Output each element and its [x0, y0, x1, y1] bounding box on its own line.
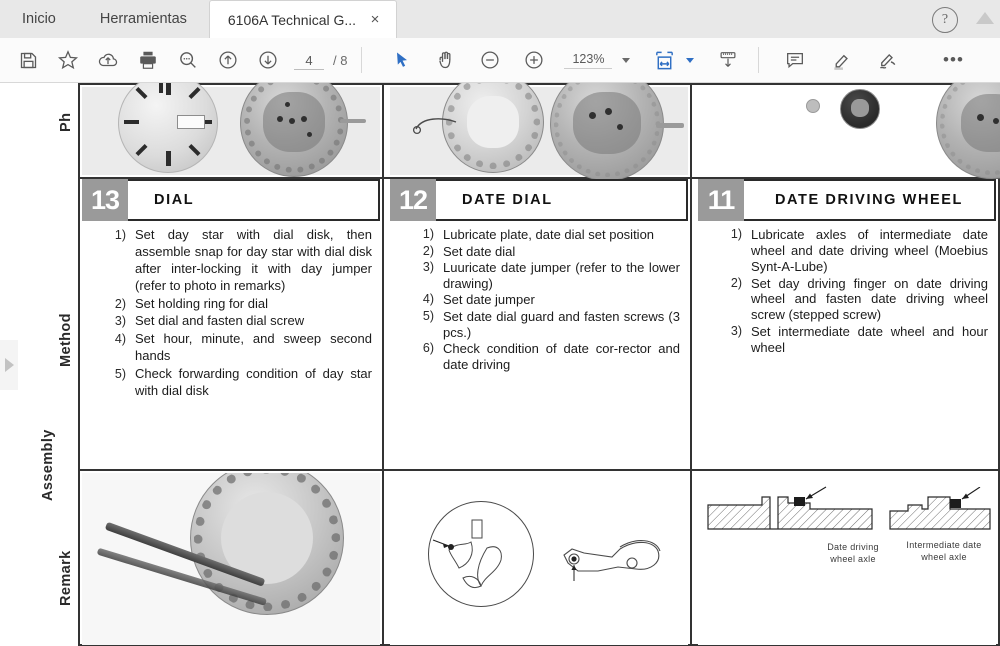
list-item: 2) Set holding ring for dial	[114, 295, 268, 311]
list-item: 2) Set day driving finger on date drivin…	[730, 275, 988, 323]
scanned-sheet: Ph Method Assembly Remark 13 DIAL 12 DAT…	[18, 83, 1000, 646]
fit-width-chevron-icon[interactable]	[686, 57, 695, 63]
remark-photo-day-star	[82, 473, 380, 645]
toolbar-divider-1	[361, 47, 363, 73]
page-scroll-icon[interactable]	[708, 38, 748, 82]
comment-icon[interactable]	[775, 38, 815, 82]
list-item: 6) Check condition of date cor-rector an…	[422, 341, 680, 372]
list-item: 1) Set day star with dial disk, then ass…	[114, 227, 372, 293]
zoom-level-value: 123%	[564, 52, 613, 69]
tab-bar: Inicio Herramientas 6106A Technical G...…	[0, 0, 1000, 39]
method-row: 1) Set day star with dial disk, then ass…	[78, 221, 1000, 471]
help-icon[interactable]: ?	[932, 7, 958, 33]
photo-cell-date-driving-wheel	[698, 83, 1000, 179]
tab-document[interactable]: 6106A Technical G... ×	[208, 0, 398, 38]
list-item: 5) Check forwarding condition of day sta…	[114, 366, 372, 399]
intermediate-date-wheel-axle-diagram	[888, 486, 992, 539]
date-jumper-part-drawing	[558, 535, 680, 587]
date-driving-wheel-photo	[840, 89, 880, 129]
toolbar: / 8	[0, 38, 1000, 83]
section-number-11: 11	[698, 179, 744, 221]
close-icon[interactable]: ×	[368, 12, 382, 27]
window-corner-icon	[976, 12, 994, 24]
movement-plate-stem	[656, 123, 684, 128]
fit-width-icon[interactable]	[644, 38, 684, 82]
toolbar-divider-2	[758, 47, 760, 73]
highlight-icon[interactable]	[821, 38, 861, 82]
tab-herramientas[interactable]: Herramientas	[78, 0, 209, 38]
list-item: 5) Set date dial guard and fasten screws…	[422, 308, 680, 340]
photo-row	[78, 83, 1000, 181]
pdf-page: Ph Method Assembly Remark 13 DIAL 12 DAT…	[18, 83, 1000, 646]
watch-movement-photo	[240, 83, 348, 177]
movement-plate-photo	[550, 83, 664, 181]
assembly-table: 13 DIAL 12 DATE DIAL 11 DATE DRIVING WHE…	[78, 83, 1000, 646]
section-number-12: 12	[390, 179, 436, 221]
list-item: 1) Lubricate axles of intermediate date …	[730, 227, 988, 274]
section-number-13: 13	[82, 179, 128, 221]
date-jumper-circle-drawing	[428, 501, 534, 607]
tab-inicio[interactable]: Inicio	[0, 0, 78, 38]
section-title-13: DIAL	[128, 179, 380, 221]
list-item: 1) Lubricate plate, date dial set positi…	[422, 227, 655, 242]
row-label-assembly: Assembly	[40, 429, 56, 501]
steps-list-12: 1) Lubricate plate, date dial set positi…	[408, 227, 680, 373]
zoom-level-control[interactable]: 123%	[564, 52, 631, 69]
intermediate-date-wheel-photo	[936, 83, 1000, 179]
page-number-input[interactable]	[294, 50, 324, 70]
section-header-12: 12 DATE DIAL	[390, 179, 688, 221]
arrow-up-icon[interactable]	[208, 38, 248, 82]
date-driving-wheel-axle-diagram	[706, 485, 874, 541]
upload-cloud-icon[interactable]	[88, 38, 128, 82]
list-item: 4) Set date jumper	[422, 292, 535, 308]
arrow-down-icon[interactable]	[248, 38, 288, 82]
acrobat-reader-window: Inicio Herramientas 6106A Technical G...…	[0, 0, 1000, 646]
steps-list-11: 1) Lubricate axles of intermediate date …	[716, 227, 988, 357]
movement-stem	[340, 119, 366, 123]
section-title-11: DATE DRIVING WHEEL	[744, 179, 996, 221]
list-item: 3) Set intermediate date wheel and hour …	[730, 324, 988, 356]
date-driving-wheel-screw-photo	[806, 99, 820, 113]
section-title-12: DATE DIAL	[436, 179, 688, 221]
section-header-11: 11 DATE DRIVING WHEEL	[698, 179, 996, 221]
caption-intermediate-date-wheel-axle: Intermediate date wheel axle	[906, 540, 982, 563]
page-navigator: / 8	[294, 50, 348, 70]
steps-list-13: 1) Set day star with dial disk, then ass…	[100, 227, 372, 401]
list-item: 3) Set dial and fasten dial screw	[114, 313, 305, 329]
remark-drawing-date-jumper	[390, 473, 688, 645]
date-jumper-part-photo	[412, 113, 464, 139]
list-item: 3) Luuricate date jumper (refer to the l…	[422, 260, 680, 291]
zoom-in-icon[interactable]	[514, 38, 554, 82]
sign-icon[interactable]	[867, 38, 907, 82]
search-icon[interactable]	[168, 38, 208, 82]
tab-document-label: 6106A Technical G...	[227, 11, 357, 28]
sidebar-toggle-button[interactable]	[0, 340, 19, 390]
remark-row: Date driving wheel axle Intermediate dat…	[78, 471, 1000, 646]
chevron-down-icon[interactable]	[622, 57, 631, 63]
remark-diagram-axles: Date driving wheel axle Intermediate dat…	[698, 473, 996, 645]
zoom-out-icon[interactable]	[470, 38, 510, 82]
star-icon[interactable]	[48, 38, 88, 82]
list-item: 2) Set date dial	[422, 243, 516, 259]
cursor-icon[interactable]	[382, 38, 422, 82]
photo-cell-dial	[82, 83, 380, 177]
save-icon[interactable]	[8, 38, 48, 82]
section-header-13: 13 DIAL	[82, 179, 380, 221]
list-item: 4) Set hour, minute, and sweep second ha…	[114, 331, 372, 364]
tab-herramientas-label: Herramientas	[99, 11, 187, 27]
photo-cell-date-dial	[390, 83, 688, 181]
print-icon[interactable]	[128, 38, 168, 82]
watch-dial-photo	[118, 83, 218, 173]
pdf-viewport[interactable]: Ph Method Assembly Remark 13 DIAL 12 DAT…	[0, 83, 1000, 646]
chevron-right-icon	[4, 358, 14, 372]
page-total-label: / 8	[333, 52, 348, 68]
more-options-button[interactable]: •••	[933, 38, 973, 82]
hand-icon[interactable]	[426, 38, 466, 82]
tab-inicio-label: Inicio	[22, 11, 56, 27]
day-star-dial-disk-photo	[190, 473, 344, 615]
